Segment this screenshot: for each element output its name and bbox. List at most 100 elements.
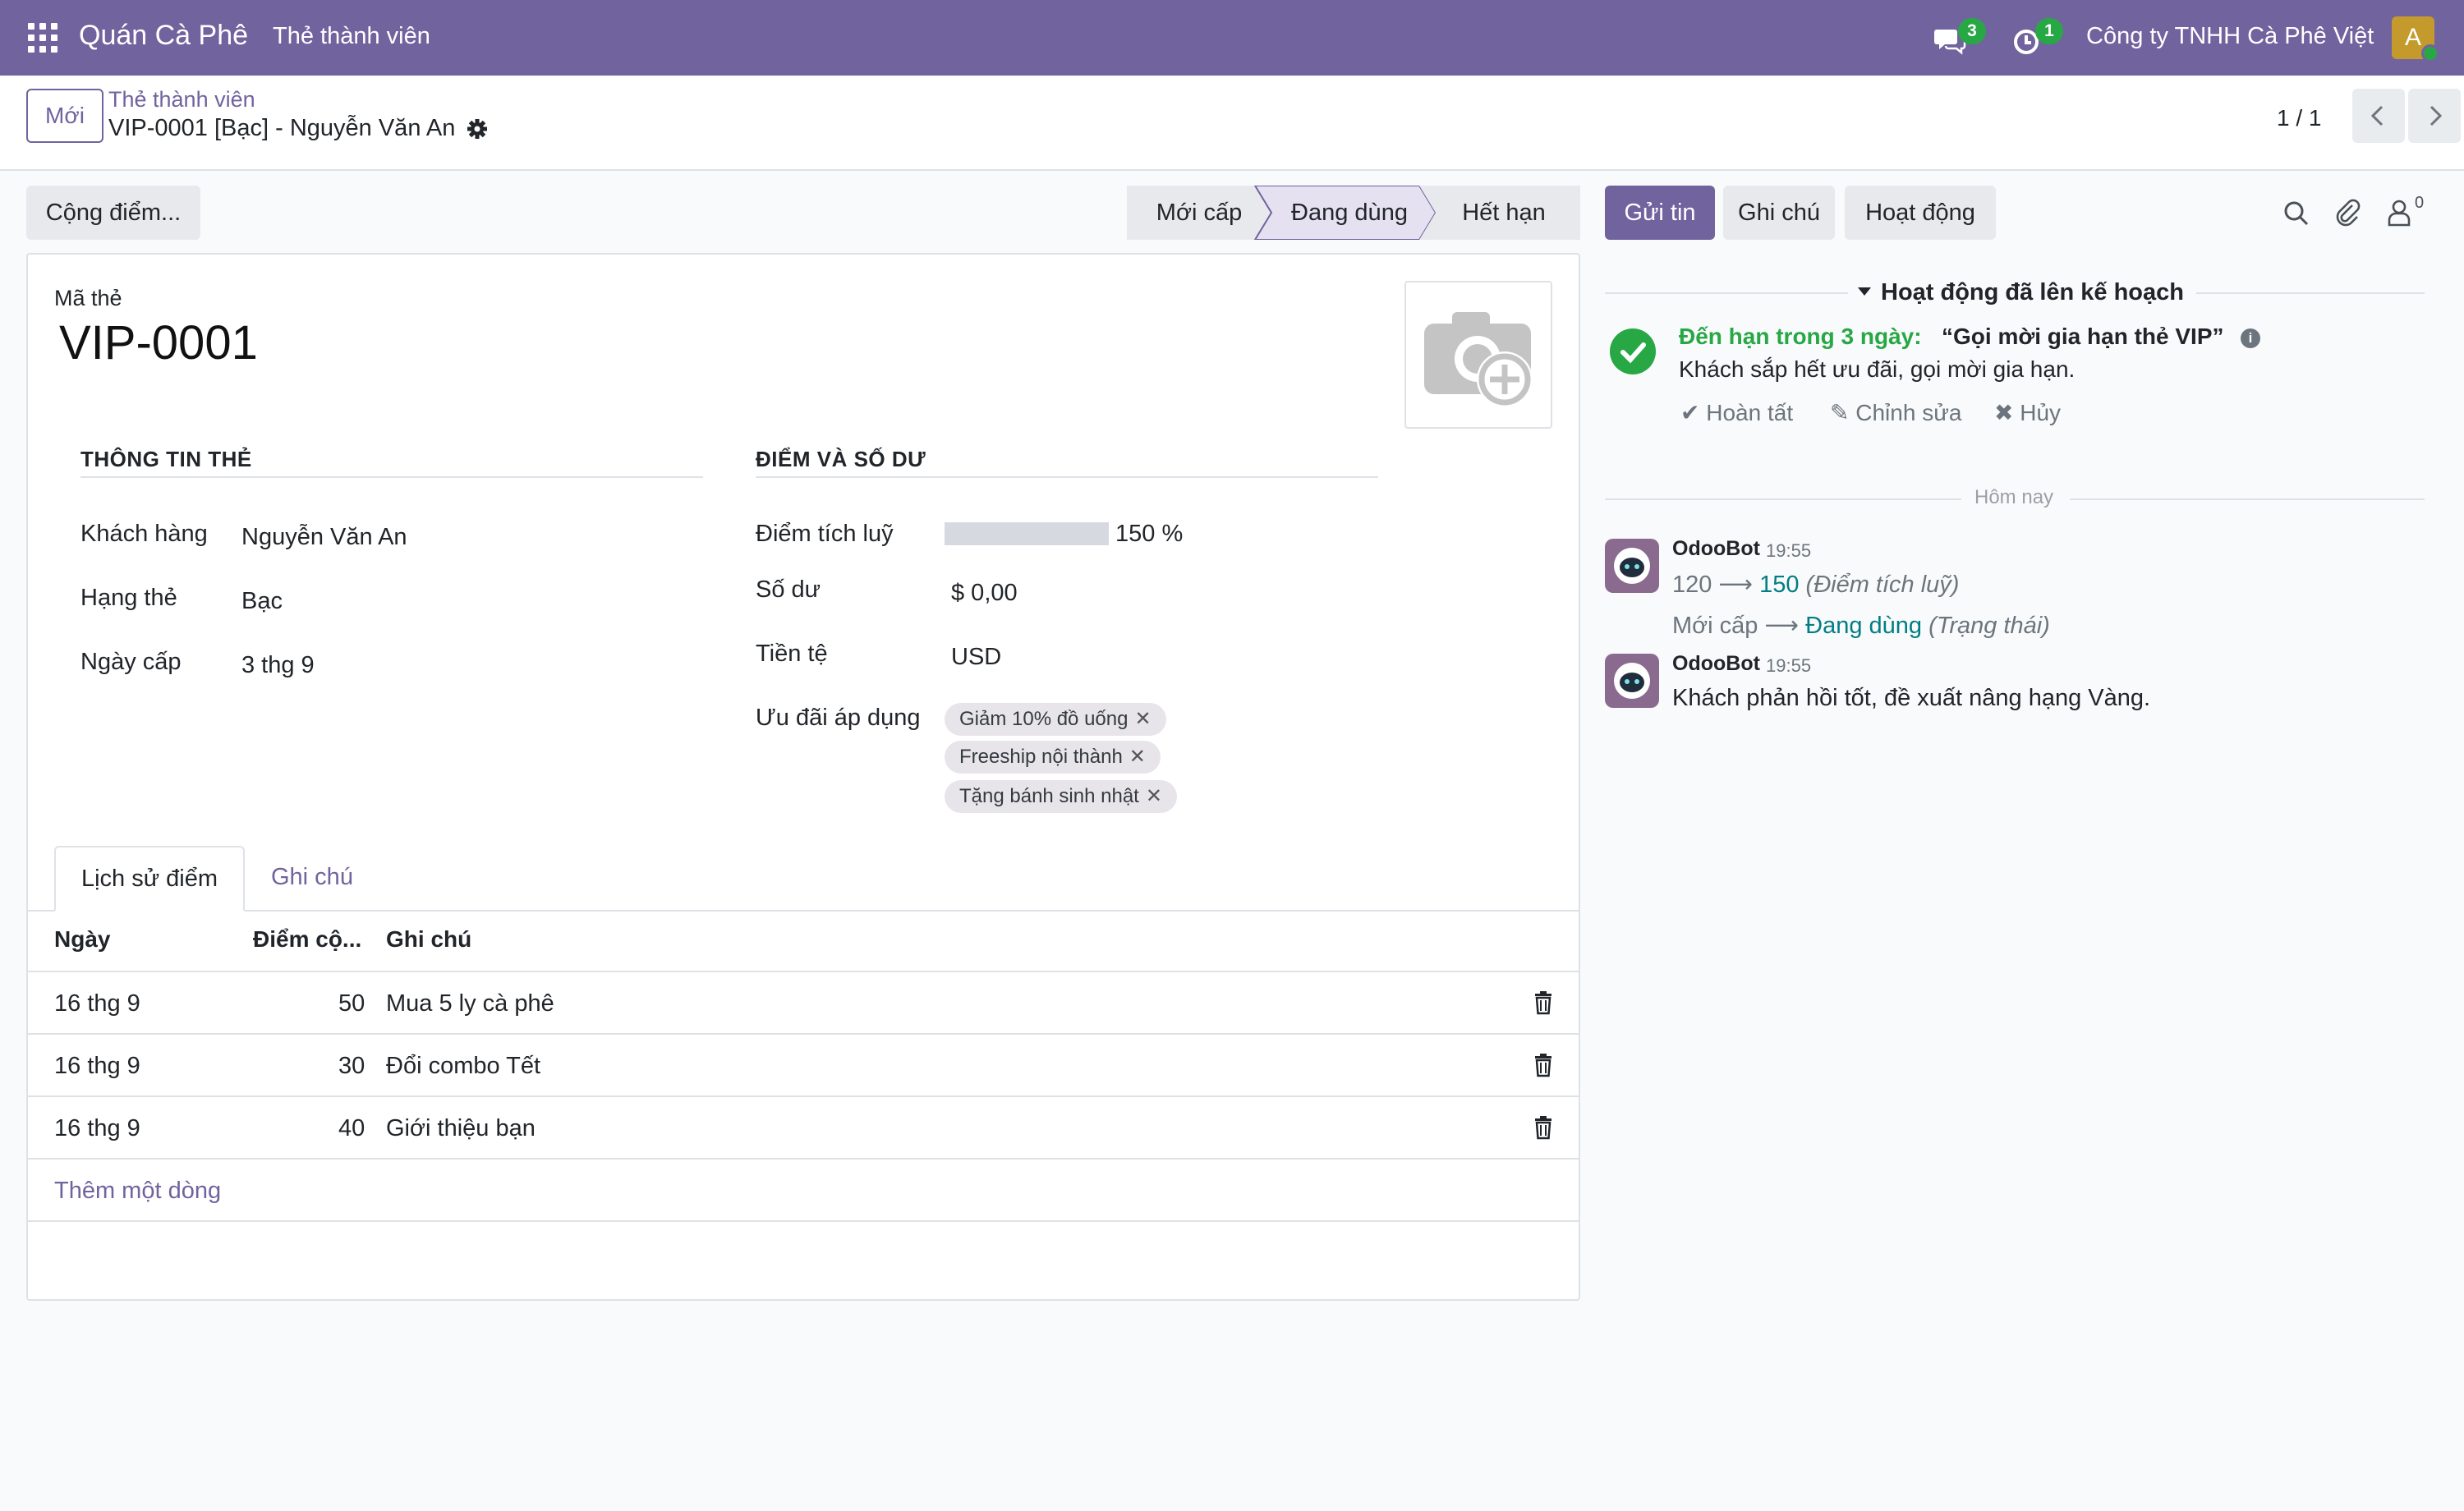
- pager-next-button[interactable]: [2408, 89, 2461, 143]
- stage-in-use[interactable]: Đang dùng: [1271, 186, 1427, 240]
- table-divider: [28, 971, 1579, 972]
- image-upload[interactable]: [1404, 281, 1552, 429]
- offer-tag[interactable]: Freeship nội thành ✕: [945, 741, 1161, 774]
- points-percent: 150 %: [1115, 521, 1184, 547]
- breadcrumb-parent[interactable]: Thẻ thành viên: [108, 87, 255, 113]
- points-progress-fill: [945, 522, 1109, 545]
- row-points[interactable]: 40: [338, 1115, 365, 1142]
- activities-count-badge: 1: [2035, 18, 2063, 44]
- currency-field[interactable]: USD: [951, 644, 1001, 671]
- column-points[interactable]: Điểm cộ...: [253, 926, 361, 953]
- messages-button[interactable]: 3: [1933, 18, 1986, 57]
- tier-field[interactable]: Bạc: [241, 588, 283, 615]
- issue-date-label: Ngày cấp: [80, 649, 182, 675]
- send-message-button[interactable]: Gửi tin: [1605, 186, 1715, 240]
- stage-new[interactable]: Mới cấp: [1127, 186, 1271, 240]
- new-button[interactable]: Mới: [26, 89, 103, 143]
- log-note-button[interactable]: Ghi chú: [1723, 186, 1835, 240]
- gear-icon[interactable]: [467, 118, 488, 140]
- message-author[interactable]: OdooBot: [1672, 537, 1760, 561]
- info-icon[interactable]: i: [2241, 328, 2260, 348]
- customer-label: Khách hàng: [80, 521, 208, 547]
- date-divider: [1605, 498, 1961, 500]
- control-panel: Mới Thẻ thành viên VIP-0001 [Bạc] - Nguy…: [0, 76, 2464, 171]
- menu-membership-cards[interactable]: Thẻ thành viên: [273, 23, 430, 50]
- pager-value[interactable]: 1 / 1: [2277, 105, 2321, 131]
- stage-expired[interactable]: Hết hạn: [1436, 186, 1572, 240]
- activity-due: Đến hạn trong 3 ngày:: [1679, 324, 1922, 349]
- activity-done-label: Hoàn tất: [1706, 400, 1794, 425]
- offer-tag-label: Freeship nội thành: [959, 746, 1123, 768]
- column-date[interactable]: Ngày: [54, 926, 110, 953]
- add-points-button[interactable]: Cộng điểm...: [26, 186, 200, 240]
- app-name[interactable]: Quán Cà Phê: [79, 20, 248, 52]
- robot-icon: [1614, 663, 1650, 699]
- search-icon[interactable]: [2283, 200, 2310, 227]
- row-note[interactable]: Mua 5 ly cà phê: [386, 990, 554, 1017]
- paperclip-icon[interactable]: [2334, 197, 2361, 227]
- row-points[interactable]: 50: [338, 990, 365, 1017]
- odoobot-avatar[interactable]: [1605, 654, 1659, 708]
- tier-label: Hạng thẻ: [80, 585, 177, 611]
- remove-tag-icon[interactable]: ✕: [1146, 785, 1162, 807]
- activity-edit-link[interactable]: ✎ Chỉnh sửa: [1830, 399, 1962, 426]
- tracking-line: 120 ⟶ 150 (Điểm tích luỹ): [1672, 570, 1959, 599]
- date-divider: [2070, 498, 2425, 500]
- offer-tag-label: Giảm 10% đồ uống: [959, 708, 1129, 730]
- row-note[interactable]: Giới thiệu bạn: [386, 1115, 536, 1142]
- activity-cancel-label: Hủy: [2020, 400, 2062, 425]
- tab-notes[interactable]: Ghi chú: [271, 864, 353, 891]
- add-line-link[interactable]: Thêm một dòng: [54, 1178, 221, 1205]
- trash-icon[interactable]: [1533, 990, 1554, 1015]
- message-author[interactable]: OdooBot: [1672, 652, 1760, 676]
- followers-button[interactable]: 0: [2387, 194, 2436, 227]
- table-divider: [28, 1095, 1579, 1097]
- pencil-icon: ✎: [1830, 400, 1856, 425]
- row-date[interactable]: 16 thg 9: [54, 1115, 140, 1142]
- planned-activities-title[interactable]: Hoạt động đã lên kế hoạch: [1881, 279, 2184, 306]
- card-code-field[interactable]: VIP-0001: [59, 315, 258, 370]
- code-label: Mã thẻ: [54, 286, 122, 310]
- offers-label: Ưu đãi áp dụng: [756, 705, 921, 731]
- form-sheet: [26, 253, 1580, 1301]
- trash-icon[interactable]: [1533, 1115, 1554, 1140]
- odoobot-avatar[interactable]: [1605, 539, 1659, 593]
- apps-grid-icon[interactable]: [28, 23, 57, 53]
- points-progress-bar: [945, 522, 1109, 545]
- tab-points-history[interactable]: Lịch sử điểm: [54, 846, 245, 912]
- arrow-right-icon: ⟶: [1718, 572, 1760, 598]
- arrow-right-icon: ⟶: [1764, 613, 1806, 639]
- messages-count-badge: 3: [1958, 18, 1986, 44]
- tracking-old-value: Mới cấp: [1672, 613, 1758, 639]
- activity-cancel-link[interactable]: ✖ Hủy: [1994, 399, 2061, 426]
- table-divider: [28, 1033, 1579, 1035]
- trash-icon[interactable]: [1533, 1053, 1554, 1077]
- activity-done-link[interactable]: ✔ Hoàn tất: [1680, 399, 1793, 426]
- section-points-balance: ĐIỂM VÀ SỐ DƯ: [756, 447, 926, 471]
- company-switcher[interactable]: Công ty TNHH Cà Phê Việt: [2086, 23, 2374, 50]
- column-note[interactable]: Ghi chú: [386, 926, 471, 953]
- row-date[interactable]: 16 thg 9: [54, 1053, 140, 1080]
- customer-field[interactable]: Nguyễn Văn An: [241, 524, 407, 551]
- activity-title: “Gọi mời gia hạn thẻ VIP”: [1942, 324, 2224, 349]
- robot-icon: [1614, 548, 1650, 584]
- check-icon: [1620, 342, 1646, 364]
- row-points[interactable]: 30: [338, 1053, 365, 1080]
- remove-tag-icon[interactable]: ✕: [1134, 708, 1151, 730]
- activities-button[interactable]: 1: [2012, 18, 2065, 57]
- row-note[interactable]: Đổi combo Tết: [386, 1053, 540, 1080]
- pager-previous-button[interactable]: [2352, 89, 2405, 143]
- offer-tag[interactable]: Tặng bánh sinh nhật ✕: [945, 780, 1177, 813]
- chevron-left-icon: [2370, 105, 2384, 126]
- tracking-new-value: 150: [1759, 572, 1800, 598]
- activities-button[interactable]: Hoạt động: [1845, 186, 1996, 240]
- tracking-new-value: Đang dùng: [1805, 613, 1923, 639]
- offer-tag[interactable]: Giảm 10% đồ uống ✕: [945, 703, 1166, 736]
- remove-tag-icon[interactable]: ✕: [1129, 746, 1146, 768]
- issue-date-field[interactable]: 3 thg 9: [241, 652, 315, 679]
- top-navbar: Quán Cà Phê Thẻ thành viên 3 1 Công ty T…: [0, 0, 2464, 76]
- section-card-info: THÔNG TIN THẺ: [80, 447, 252, 471]
- caret-down-icon[interactable]: [1858, 287, 1871, 297]
- row-date[interactable]: 16 thg 9: [54, 990, 140, 1017]
- tabs-divider: [28, 910, 1579, 912]
